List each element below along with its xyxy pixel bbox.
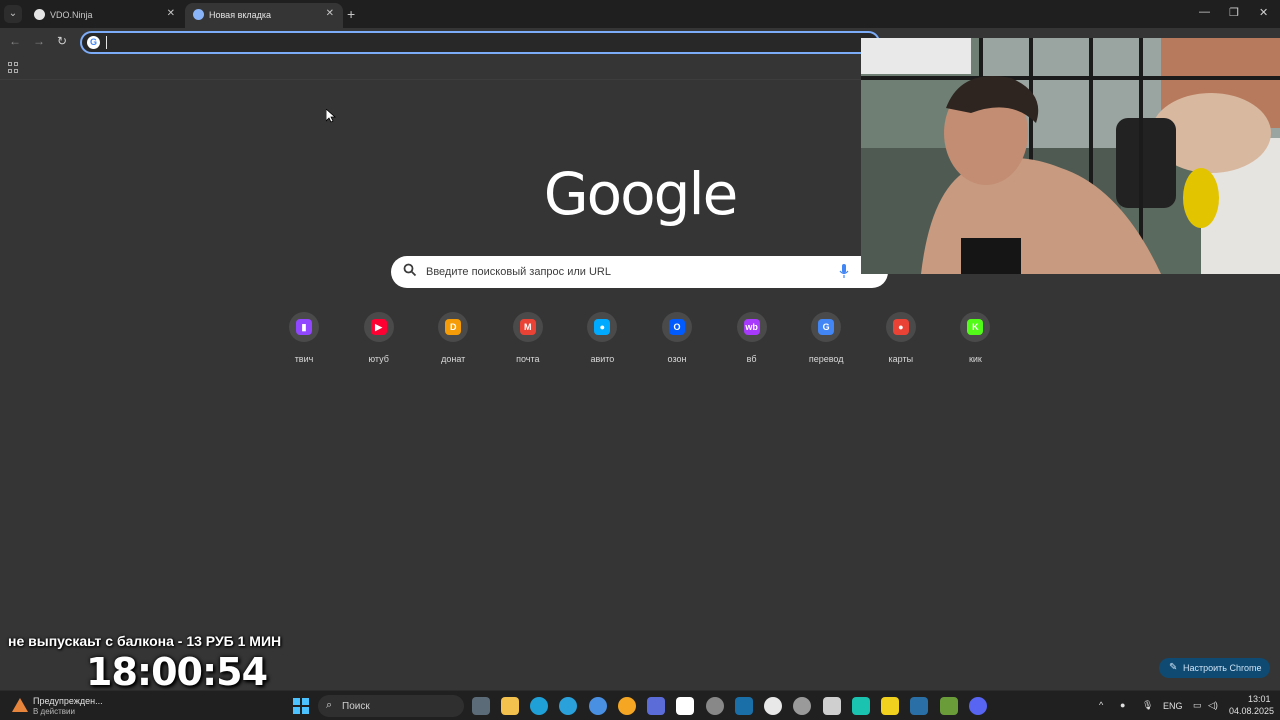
avito-icon: ● (594, 319, 611, 335)
kick-icon: K (967, 319, 984, 335)
ozon-icon: O (669, 319, 685, 335)
yandex-browser-icon[interactable] (764, 697, 782, 715)
shortcut-label: кик (968, 354, 982, 364)
chart-app-icon[interactable] (647, 697, 665, 715)
stream-overlay-text: не выпускаьт с балкона - 13 РУБ 1 МИН (8, 633, 282, 649)
search-icon: ⌕ (326, 699, 333, 711)
shortcut-tile[interactable]: Kкик (945, 310, 1005, 370)
tab-close-icon[interactable]: ✕ (167, 8, 175, 19)
language-indicator[interactable]: ENG (1163, 701, 1183, 711)
forward-arrow-icon[interactable]: → (33, 34, 45, 48)
back-arrow-icon[interactable]: ← (9, 34, 21, 48)
edge-icon[interactable] (530, 697, 548, 715)
webcam-overlay (861, 38, 1280, 274)
search-box[interactable]: Введите поисковый запрос или URL (391, 256, 888, 288)
tray-overflow-chevron-icon[interactable]: ^ (1099, 700, 1103, 710)
tab-title: VDO.Ninja (50, 10, 93, 20)
obs-icon[interactable] (618, 697, 636, 715)
tab-close-icon[interactable]: ✕ (326, 8, 334, 19)
shortcut-label: почта (516, 354, 540, 364)
taskbar-search[interactable]: ⌕ Поиск (318, 695, 464, 717)
shortcut-label: вб (746, 354, 757, 364)
search-placeholder: Введите поисковый запрос или URL (426, 266, 611, 278)
donationalerts-icon: D (445, 319, 462, 335)
translate-icon: G (818, 319, 835, 335)
shortcut-tile[interactable]: wb вб (722, 310, 782, 370)
close-window-icon[interactable]: ✕ (1259, 6, 1268, 19)
weather-warning-subtitle: В действии (33, 707, 75, 716)
globe-icon (34, 9, 45, 20)
shortcut-tile[interactable]: ● авито (572, 310, 632, 370)
steam-icon[interactable] (910, 697, 928, 715)
reload-icon[interactable]: ↻ (57, 34, 67, 48)
windows-start-icon[interactable] (293, 698, 309, 714)
telegram-icon[interactable] (559, 697, 577, 715)
tab-title: Новая вкладка (209, 10, 272, 20)
minimize-icon[interactable]: — (1199, 6, 1210, 18)
shortcut-tile[interactable]: ▮ твич (274, 310, 334, 370)
customize-chrome-button[interactable]: ✎ Настроить Chrome (1159, 658, 1270, 678)
apps-grid-icon[interactable] (8, 62, 19, 73)
google-logo: Google (543, 160, 739, 228)
new-tab-plus-icon[interactable]: + (347, 6, 355, 22)
tab-new-tab[interactable]: Новая вкладка ✕ (185, 3, 343, 28)
shortcut-tile[interactable]: Oозон (647, 310, 707, 370)
shortcut-label: карты (888, 354, 914, 364)
shortcut-tile[interactable]: ● карты (871, 310, 931, 370)
network-icon[interactable]: ● (1120, 700, 1125, 710)
clock-time[interactable]: 13:01 (1248, 694, 1271, 704)
display-icon[interactable]: ▭ (1193, 700, 1202, 711)
customize-chrome-label: Настроить Chrome (1183, 663, 1262, 673)
chrome-icon[interactable] (589, 697, 607, 715)
shortcut-tile[interactable]: Gперевод (796, 310, 856, 370)
warning-icon[interactable] (12, 698, 28, 712)
shortcut-label: авито (590, 354, 615, 364)
gmail-icon: M (519, 319, 536, 335)
youtube-icon: ▶ (370, 319, 387, 335)
file-explorer-icon[interactable] (501, 697, 519, 715)
shortcut-label: твич (294, 354, 314, 364)
steam-icon[interactable] (735, 697, 753, 715)
text-caret (106, 36, 107, 49)
address-input[interactable] (112, 34, 852, 51)
weather-warning-title[interactable]: Предупрежден... (33, 696, 103, 706)
shortcut-label: перевод (808, 354, 844, 364)
microphone-icon[interactable] (839, 264, 849, 279)
gear-icon[interactable] (793, 697, 811, 715)
clock-date[interactable]: 04.08.2025 (1229, 706, 1274, 716)
task-view-icon[interactable] (472, 697, 490, 715)
chrome-icon (193, 9, 204, 20)
restore-icon[interactable]: ❐ (1229, 6, 1239, 19)
shortcut-label: озон (667, 354, 687, 364)
shortcut-tile[interactable]: Mпочта (498, 310, 558, 370)
twitch-icon: ▮ (296, 319, 312, 335)
taskbar-search-label: Поиск (342, 701, 370, 712)
shortcut-label: донат (441, 354, 466, 364)
stream-timer: 18:00:54 (86, 650, 268, 694)
microphone-icon[interactable]: 🎙 (1142, 700, 1153, 711)
mouse-cursor-icon (326, 109, 336, 123)
maps-pin-icon: ● (892, 319, 909, 335)
shortcut-tile[interactable]: ▶ ютуб (349, 310, 409, 370)
minecraft-icon[interactable] (940, 697, 958, 715)
settings-gear-icon[interactable] (706, 697, 724, 715)
tab-search-chevron-icon[interactable]: ⌄ (4, 5, 22, 23)
discord-icon[interactable] (969, 697, 987, 715)
pencil-icon: ✎ (1169, 662, 1178, 673)
windows-taskbar: Предупрежден... В действии ⌕ Поиск ^ ● 🎙… (0, 690, 1280, 720)
shortcut-label: ютуб (368, 354, 389, 364)
calculator-icon[interactable] (823, 697, 841, 715)
notepad-icon[interactable] (676, 697, 694, 715)
screen: ⌄ VDO.Ninja ✕ Новая вкладка ✕ + — ❐ ✕ ← … (0, 0, 1280, 720)
yellow-app-icon[interactable] (881, 697, 899, 715)
address-bar[interactable]: G (80, 31, 880, 54)
search-icon (403, 263, 417, 277)
tab-strip: ⌄ VDO.Ninja ✕ Новая вкладка ✕ + — ❐ ✕ (0, 0, 1280, 28)
shortcut-tile[interactable]: Dдонат (423, 310, 483, 370)
tab-vdo-ninja[interactable]: VDO.Ninja ✕ (26, 3, 184, 28)
vpn-icon[interactable] (852, 697, 870, 715)
wildberries-icon: wb (743, 319, 760, 335)
volume-icon[interactable]: ◁) (1208, 700, 1218, 711)
google-g-icon: G (87, 36, 100, 49)
